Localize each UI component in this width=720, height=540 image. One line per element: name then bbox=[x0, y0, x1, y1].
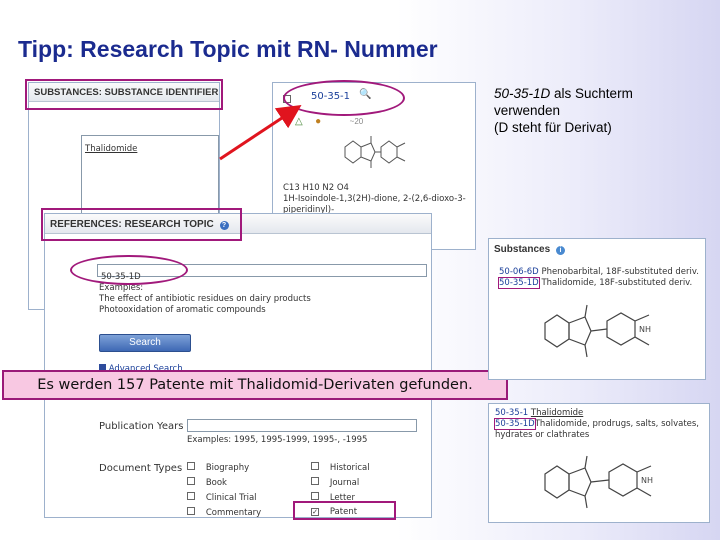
doc-type-row[interactable]: Commentary bbox=[187, 507, 261, 522]
substance-row-text: Thalidomide, 18F-substituted deriv. bbox=[541, 278, 693, 288]
substance-identifier-value: Thalidomide bbox=[85, 144, 138, 154]
doc-type-row[interactable]: Journal bbox=[311, 477, 370, 492]
substance-row-rn[interactable]: 50-35-1 bbox=[495, 408, 528, 418]
substance-row-rn[interactable]: 50-35-1D bbox=[494, 418, 536, 430]
substances-header: Substances i bbox=[489, 239, 705, 258]
substance-row-text: Phenobarbital, 18F-substituted deriv. bbox=[541, 267, 699, 277]
svg-text:NH: NH bbox=[639, 325, 651, 334]
doc-type-row[interactable]: Clinical Trial bbox=[187, 492, 261, 507]
substance-identifier-highlight bbox=[25, 79, 223, 110]
doc-type-row[interactable]: Historical bbox=[311, 462, 370, 477]
publication-years-examples: Examples: 1995, 1995-1999, 1995-, -1995 bbox=[187, 435, 368, 445]
document-types-label: Document Types bbox=[99, 463, 183, 474]
doc-type-checkbox[interactable] bbox=[187, 462, 195, 470]
substance-row-text: Thalidomide, prodrugs, salts, solvates, bbox=[534, 419, 700, 429]
publication-years-input[interactable] bbox=[187, 419, 417, 432]
doc-type-label: Biography bbox=[205, 463, 250, 473]
substance-formula: C13 H10 N2 O4 bbox=[283, 183, 349, 193]
red-arrow bbox=[219, 105, 302, 161]
structure-image bbox=[344, 136, 406, 168]
slide-title: Tipp: Research Topic mit RN- Nummer bbox=[18, 36, 438, 62]
doc-type-checkbox[interactable] bbox=[311, 462, 319, 470]
substance-row-text: Thalidomide bbox=[530, 408, 584, 418]
doc-type-label: Journal bbox=[329, 478, 360, 488]
substance-row-text-cont: hydrates or clathrates bbox=[495, 430, 590, 440]
example-1: The effect of antibiotic residues on dai… bbox=[99, 294, 311, 304]
note-line3: (D steht für Derivat) bbox=[494, 120, 612, 135]
note-term: 50-35-1D bbox=[494, 86, 551, 101]
substances-panel-2: 50-35-1 Thalidomide 50-35-1DThalidomide,… bbox=[488, 403, 710, 523]
svg-text:NH: NH bbox=[641, 476, 653, 485]
doc-type-row[interactable]: Book bbox=[187, 477, 261, 492]
substances-panel-1: Substances i 50-06-6D Phenobarbital, 18F… bbox=[488, 238, 706, 380]
substance-row[interactable]: 50-06-6D Phenobarbital, 18F-substituted … bbox=[499, 267, 699, 277]
doc-type-checkbox[interactable] bbox=[187, 507, 195, 515]
doc-type-checkbox[interactable] bbox=[187, 477, 195, 485]
doc-type-checkbox[interactable] bbox=[311, 477, 319, 485]
structure-image: NH bbox=[544, 304, 651, 358]
result-callout: Es werden 157 Patente mit Thalidomid-Der… bbox=[2, 370, 508, 400]
substance-row[interactable]: 50-35-1DThalidomide, prodrugs, salts, so… bbox=[494, 418, 700, 430]
doc-type-label: Commentary bbox=[205, 508, 262, 518]
slide-note: 50-35-1D als Suchterm verwenden (D steht… bbox=[494, 85, 709, 136]
substance-row-rn[interactable]: 50-06-6D bbox=[499, 267, 539, 277]
patent-highlight bbox=[293, 501, 396, 520]
example-2: Photooxidation of aromatic compounds bbox=[99, 305, 266, 315]
doc-type-label: Book bbox=[205, 478, 227, 488]
doc-type-label: Historical bbox=[329, 463, 370, 473]
structure-image: NH bbox=[544, 455, 653, 509]
info-icon[interactable]: i bbox=[555, 246, 565, 255]
substance-name-1: 1H-Isoindole-1,3(2H)-dione, 2-(2,6-dioxo… bbox=[283, 194, 466, 204]
doc-type-row[interactable]: Biography bbox=[187, 462, 261, 477]
substance-row-rn[interactable]: 50-35-1D bbox=[498, 277, 540, 289]
doc-type-checkbox[interactable] bbox=[187, 492, 195, 500]
substance-row[interactable]: 50-35-1D Thalidomide, 18F-substituted de… bbox=[498, 277, 693, 289]
note-line1: als Suchterm bbox=[550, 86, 633, 101]
doc-types-left: Biography Book Clinical Trial Commentary bbox=[187, 462, 261, 522]
note-line2: verwenden bbox=[494, 103, 561, 118]
search-term-highlight-oval bbox=[70, 255, 188, 285]
publication-years-label: Publication Years bbox=[99, 421, 184, 432]
doc-type-label: Clinical Trial bbox=[205, 493, 257, 503]
substance-row[interactable]: 50-35-1 Thalidomide bbox=[495, 408, 583, 418]
research-topic-highlight bbox=[41, 208, 242, 241]
doc-type-checkbox[interactable] bbox=[311, 492, 319, 500]
search-button[interactable]: Search bbox=[99, 334, 191, 352]
